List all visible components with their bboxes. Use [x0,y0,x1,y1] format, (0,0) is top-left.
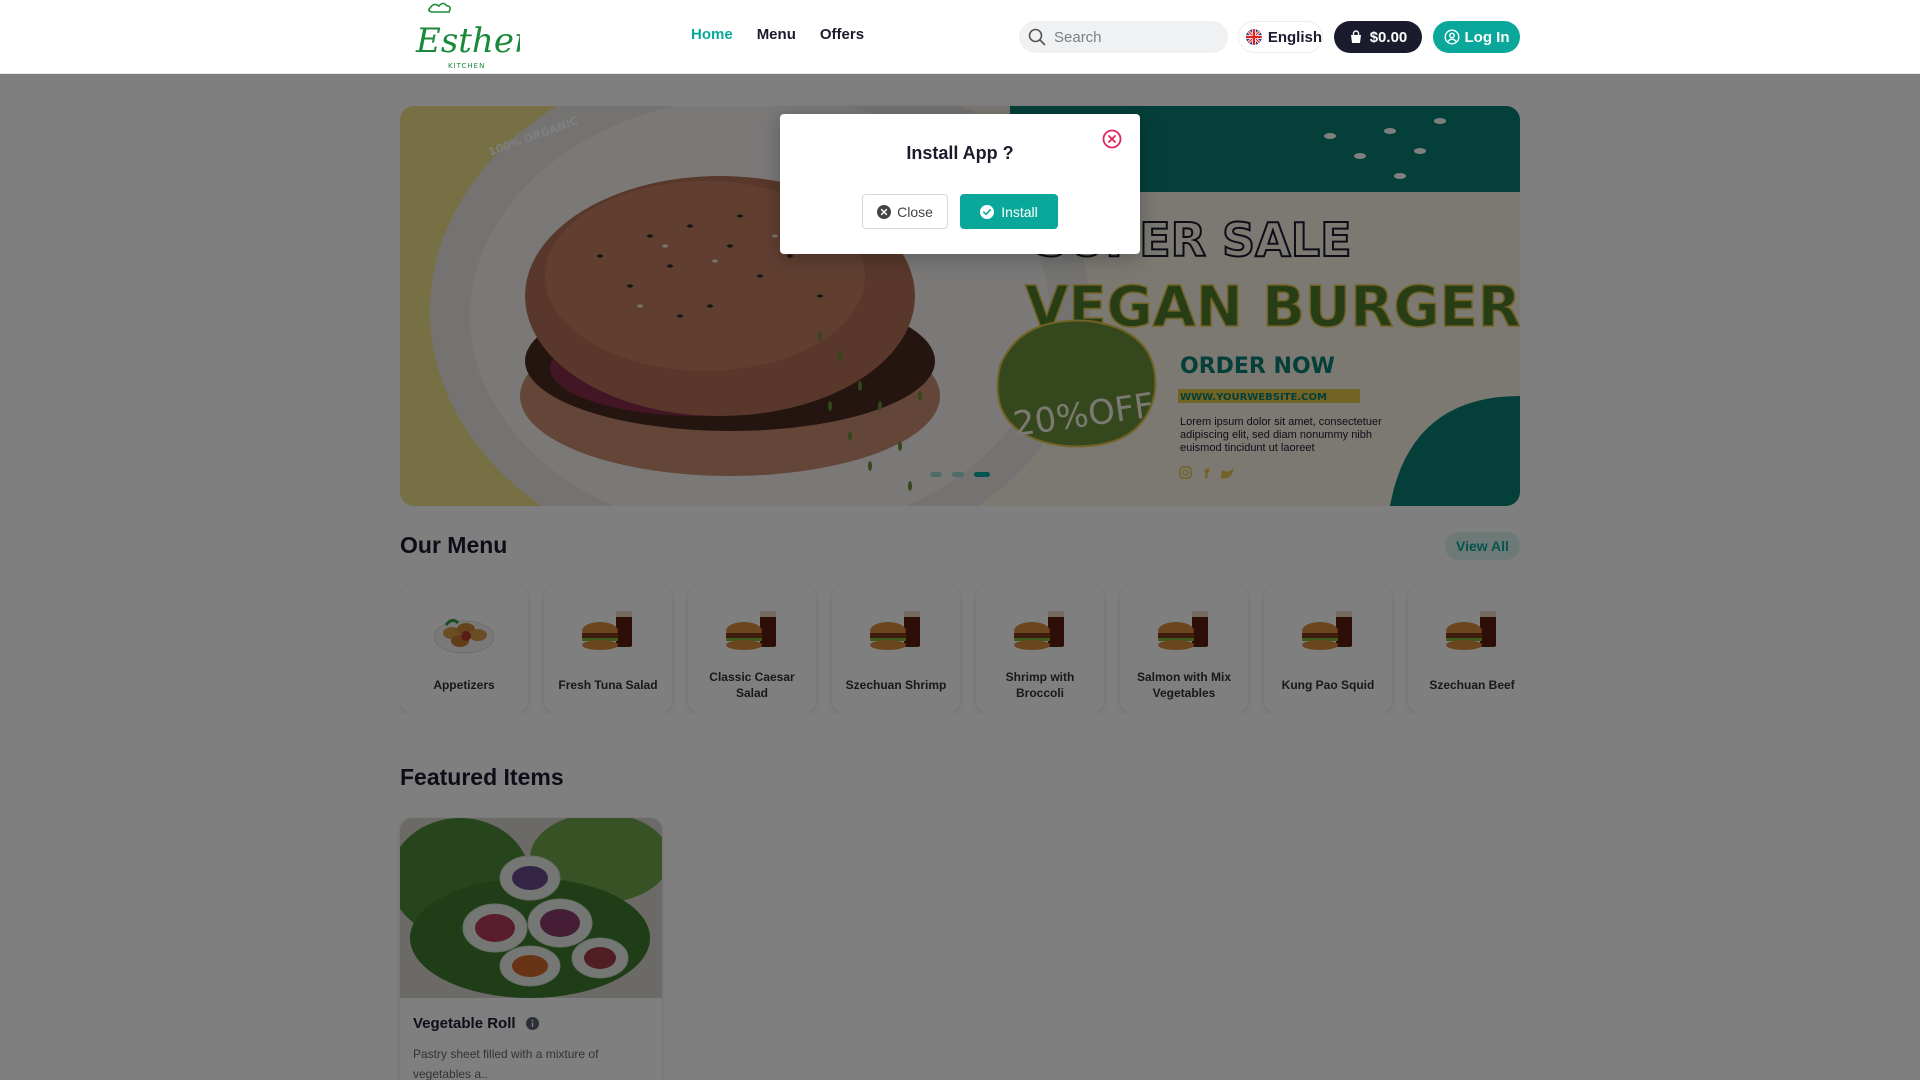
cart-total: $0.00 [1369,28,1408,46]
close-button-label: Close [897,203,933,220]
uk-flag-icon [1246,29,1262,45]
language-label: English [1267,28,1322,46]
check-circle-icon [980,204,995,219]
install-button[interactable]: Install [960,194,1058,229]
logo-subtext: KITCHEN [448,62,485,70]
login-label: Log In [1464,28,1510,46]
shopping-bag-icon [1350,30,1361,43]
install-button-label: Install [1001,203,1038,220]
logo-text: Esther's [415,21,520,61]
close-dialog-icon[interactable] [1102,129,1122,149]
close-button[interactable]: Close [862,194,948,229]
esthers-kitchen-logo[interactable]: Esther's KITCHEN [410,0,520,74]
nav-home[interactable]: Home [691,26,733,43]
install-app-dialog: Install App ? Close Install [780,114,1140,254]
main-nav: Home Menu Offers [691,26,864,43]
search-box[interactable] [1019,21,1228,53]
cart-button[interactable]: $0.00 [1334,21,1422,53]
nav-menu[interactable]: Menu [757,26,796,43]
dialog-title: Install App ? [906,143,1014,163]
search-input[interactable] [1054,28,1214,46]
nav-offers[interactable]: Offers [820,26,864,43]
x-circle-icon [877,204,892,219]
top-header: Esther's KITCHEN Home Menu Offers En [0,0,1920,74]
user-circle-icon [1443,29,1460,45]
login-button[interactable]: Log In [1433,21,1520,53]
search-icon [1028,28,1046,46]
language-selector[interactable]: English [1238,21,1323,53]
